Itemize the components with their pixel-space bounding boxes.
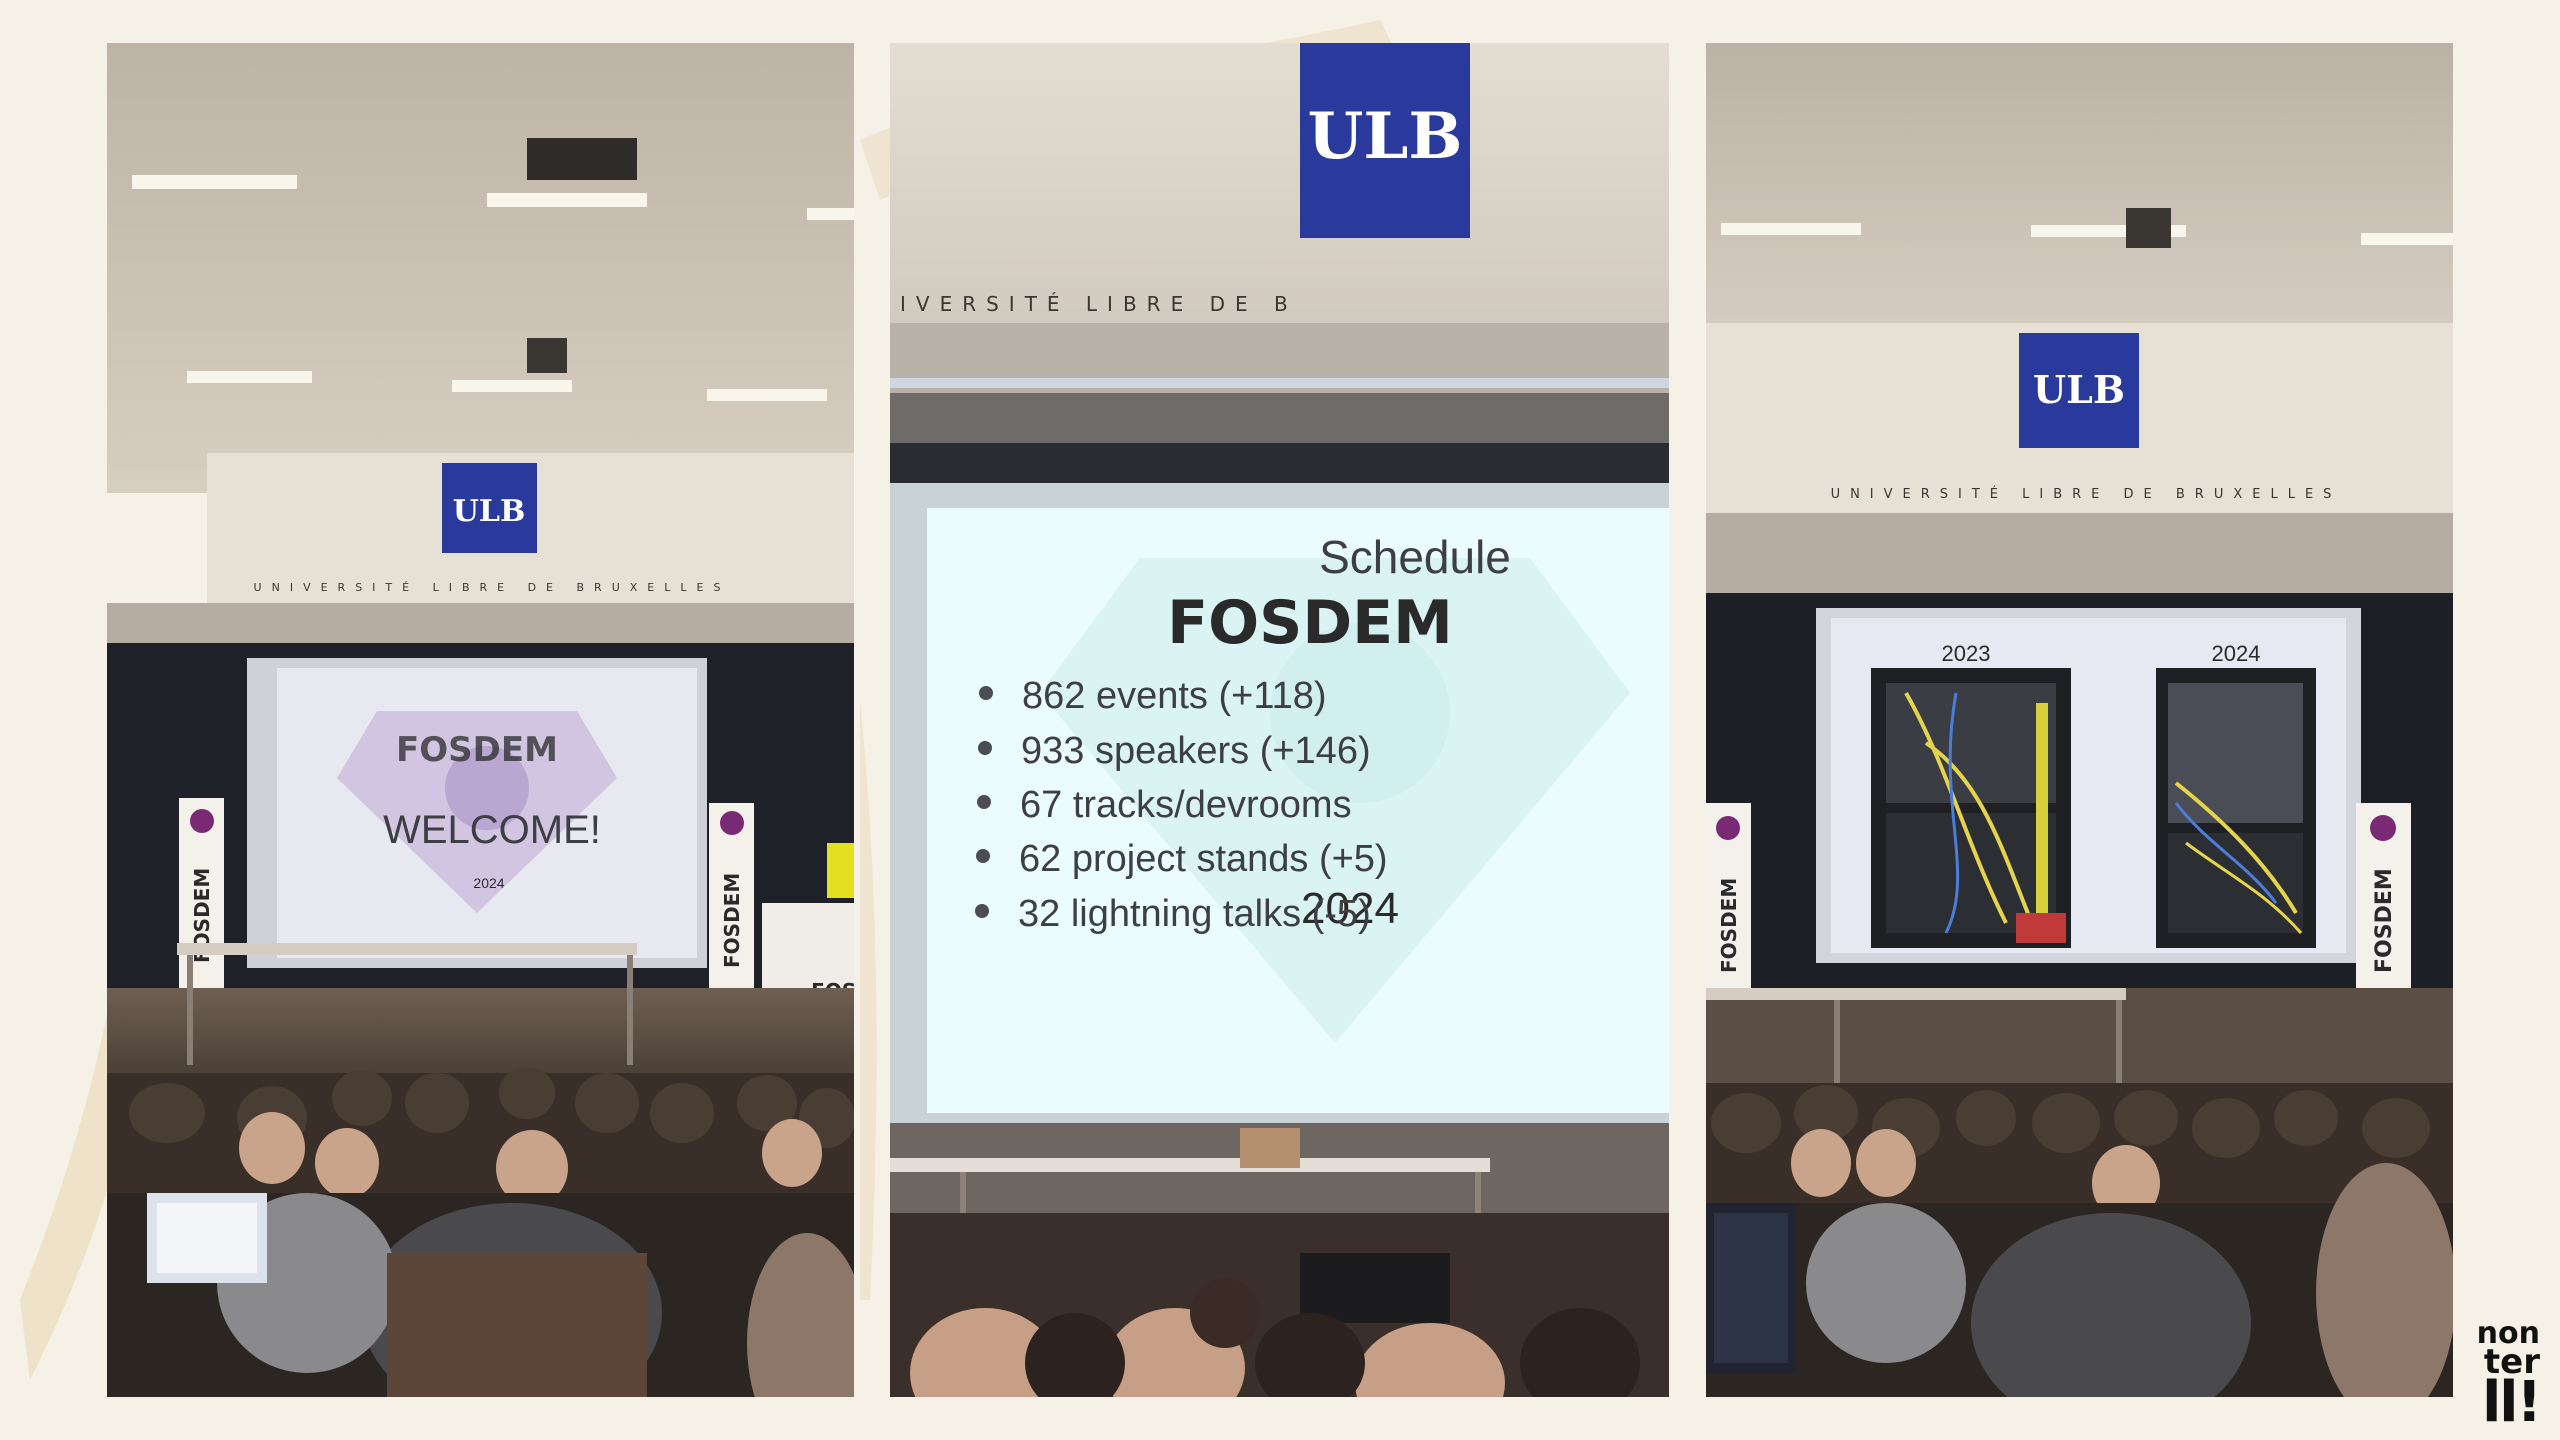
ceiling-light	[2361, 233, 2453, 245]
projector	[527, 338, 567, 373]
server-rack-2024	[2156, 668, 2316, 948]
photo-schedule-slide: ULB IVERSITÉ LIBRE DE B FOSDEM 2024 Sche…	[890, 43, 1669, 1397]
stat-item: 933 speakers (+146)	[1021, 730, 1371, 772]
svg-text:FOSDEM: FOSDEM	[1717, 878, 1741, 973]
projector	[2126, 208, 2171, 248]
svg-text:UNIVERSITÉ LIBRE DE BRUXELLES: UNIVERSITÉ LIBRE DE BRUXELLES	[254, 581, 731, 594]
svg-text:2024: 2024	[473, 875, 504, 891]
speaker	[827, 843, 854, 898]
racks-scene: ULB UNIVERSITÉ LIBRE DE BRUXELLES 2023 2…	[1706, 43, 2453, 1397]
svg-text:2023: 2023	[1942, 641, 1991, 666]
stage-table	[890, 1158, 1490, 1172]
photo-server-racks-slide: ULB UNIVERSITÉ LIBRE DE BRUXELLES 2023 2…	[1706, 43, 2453, 1397]
svg-text:WELCOME!: WELCOME!	[383, 808, 601, 852]
ceiling-light	[487, 193, 647, 207]
svg-text:FOSDEM: FOSDEM	[396, 730, 558, 770]
svg-text:ULB: ULB	[1308, 99, 1463, 174]
auditorium-scene: ULB UNIVERSITÉ LIBRE DE BRUXELLES FOSDEM…	[107, 43, 854, 1397]
stat-item: 32 lightning talks (-5)	[1018, 893, 1371, 935]
chair	[1240, 1128, 1300, 1168]
schedule-scene: ULB IVERSITÉ LIBRE DE B FOSDEM 2024 Sche…	[890, 43, 1669, 1397]
stats-list: 862 events (+118) 933 speakers (+146) 67…	[975, 675, 1388, 935]
svg-text:ULB: ULB	[453, 494, 526, 529]
corner-logo-line: ll!	[2482, 1369, 2542, 1435]
svg-text:FOSDEM: FOSDEM	[2372, 868, 2397, 973]
projector	[527, 138, 637, 180]
stat-item: 862 events (+118)	[1022, 675, 1327, 717]
ceiling-light	[1721, 223, 1861, 235]
stage-table	[177, 943, 637, 955]
ceiling-light	[187, 371, 312, 383]
svg-text:FOSDEM: FOSDEM	[720, 873, 744, 968]
ceiling-light	[707, 389, 827, 401]
stat-item: 62 project stands (+5)	[1019, 838, 1388, 880]
ceiling-light	[132, 175, 297, 189]
stage-table	[1706, 988, 2126, 1000]
corner-logo: non ter ll!	[2390, 1319, 2542, 1431]
svg-text:ULB: ULB	[2033, 367, 2125, 412]
stat-item: 67 tracks/devrooms	[1020, 784, 1352, 826]
slide-title: Schedule	[1319, 531, 1511, 583]
ceiling-light	[452, 380, 572, 392]
server-rack-2023	[1871, 668, 2071, 948]
backpack	[1300, 1253, 1450, 1323]
svg-text:2024: 2024	[2212, 641, 2261, 666]
svg-text:IVERSITÉ LIBRE DE B: IVERSITÉ LIBRE DE B	[900, 292, 1298, 316]
svg-text:UNIVERSITÉ LIBRE DE BRUXELLES: UNIVERSITÉ LIBRE DE BRUXELLES	[1831, 486, 2342, 502]
svg-text:FOSDEM: FOSDEM	[1167, 588, 1453, 658]
photo-welcome-auditorium: ULB UNIVERSITÉ LIBRE DE BRUXELLES FOSDEM…	[107, 43, 854, 1397]
